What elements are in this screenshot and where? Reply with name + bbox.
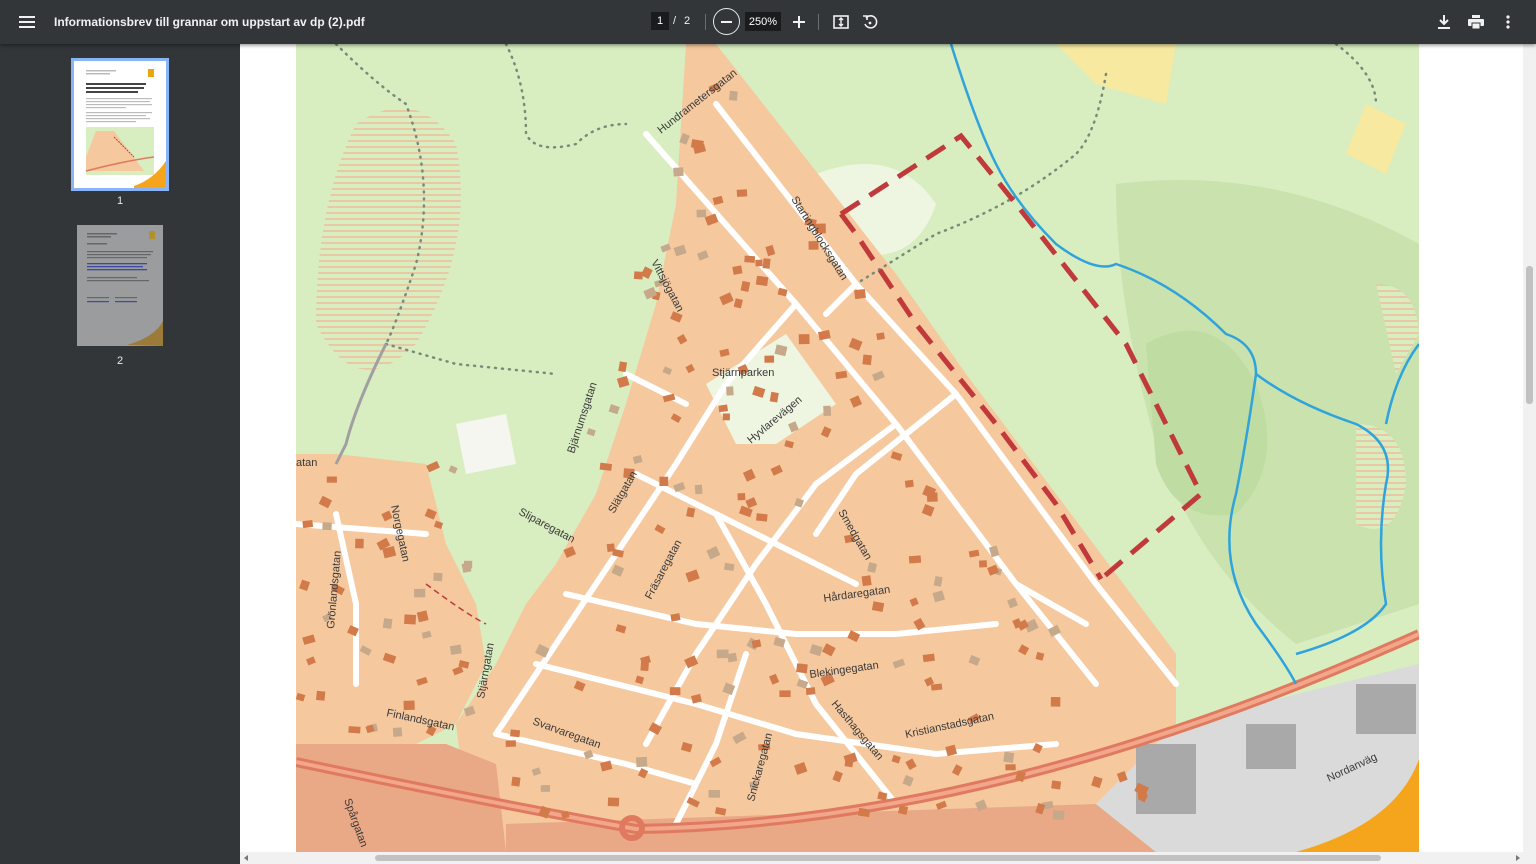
rotate-icon[interactable] xyxy=(854,6,886,38)
house-footprint xyxy=(708,790,720,798)
print-icon[interactable] xyxy=(1460,6,1492,38)
house-footprint xyxy=(322,522,332,531)
divider xyxy=(818,14,819,30)
house-footprint xyxy=(732,265,743,275)
house-footprint xyxy=(755,259,763,267)
house-footprint xyxy=(779,690,791,697)
house-footprint xyxy=(862,354,872,366)
house-footprint xyxy=(823,405,832,416)
page-total: 2 xyxy=(684,15,691,27)
download-icon[interactable] xyxy=(1428,6,1460,38)
scroll-right-icon[interactable] xyxy=(1514,854,1522,862)
house-footprint xyxy=(861,575,872,587)
more-vert-icon[interactable] xyxy=(1492,6,1524,38)
house-footprint xyxy=(403,700,415,711)
house-footprint xyxy=(908,555,922,564)
house-footprint xyxy=(796,663,808,674)
thumbnail-preview xyxy=(77,225,163,346)
house-footprint xyxy=(755,275,769,287)
street-label: atan xyxy=(296,457,317,469)
house-footprint xyxy=(696,209,707,218)
document-viewer[interactable]: Stjärnparken Hundrametersgatan Startingb… xyxy=(240,44,1523,852)
thumbnail-label-2: 2 xyxy=(116,355,124,367)
house-footprint xyxy=(744,255,756,263)
house-footprint xyxy=(737,492,746,501)
zoom-level-input[interactable]: 250% xyxy=(745,12,781,31)
house-footprint xyxy=(464,560,473,569)
house-footprint xyxy=(716,649,729,659)
map-image: Stjärnparken Hundrametersgatan Startingb… xyxy=(296,44,1419,852)
house-footprint xyxy=(315,690,326,701)
house-footprint xyxy=(727,652,738,663)
pdf-toolbar: Informationsbrev till grannar om uppstar… xyxy=(0,0,1536,44)
house-footprint xyxy=(404,614,417,625)
pdf-page: Stjärnparken Hundrametersgatan Startingb… xyxy=(240,44,1523,852)
page-separator: / xyxy=(673,15,677,27)
house-footprint xyxy=(922,653,935,663)
divider xyxy=(705,14,706,30)
fit-page-icon[interactable] xyxy=(825,6,857,38)
menu-icon[interactable] xyxy=(11,6,43,38)
house-footprint xyxy=(854,288,866,300)
house-footprint xyxy=(1003,751,1015,763)
house-footprint xyxy=(510,729,521,738)
house-footprint xyxy=(1137,791,1148,799)
house-footprint xyxy=(762,258,771,269)
house-footprint xyxy=(392,727,403,737)
house-footprint xyxy=(599,462,613,471)
house-footprint xyxy=(736,189,748,197)
house-footprint xyxy=(722,413,730,421)
vertical-scroll-thumb[interactable] xyxy=(1526,266,1533,404)
house-footprint xyxy=(1005,764,1016,771)
zoom-out-button[interactable] xyxy=(713,8,740,35)
thumbnail-sidebar: 1 2 xyxy=(0,44,240,864)
house-footprint xyxy=(930,683,943,691)
house-footprint xyxy=(302,520,314,529)
house-footprint xyxy=(326,476,337,483)
thumbnail-label-1: 1 xyxy=(116,195,124,207)
house-footprint xyxy=(382,618,393,629)
house-footprint xyxy=(505,740,517,748)
house-footprint xyxy=(1051,780,1062,790)
house-footprint xyxy=(904,479,914,488)
house-footprint xyxy=(433,572,443,582)
house-footprint xyxy=(876,332,885,341)
document-title: Informationsbrev till grannar om uppstar… xyxy=(54,15,365,29)
house-footprint xyxy=(511,776,521,787)
park-label: Stjärnparken xyxy=(712,367,774,379)
house-footprint xyxy=(729,90,738,101)
house-footprint xyxy=(1052,810,1065,820)
house-footprint xyxy=(607,797,620,807)
house-footprint xyxy=(764,355,775,363)
house-footprint xyxy=(633,271,644,280)
house-footprint xyxy=(413,588,426,598)
house-footprint xyxy=(1050,696,1061,707)
house-footprint xyxy=(673,167,684,177)
zoom-out-icon xyxy=(721,20,732,23)
page-number-input[interactable]: 1 xyxy=(651,12,669,30)
house-footprint xyxy=(726,386,734,396)
vertical-scrollbar[interactable] xyxy=(1523,44,1536,852)
house-footprint xyxy=(449,644,462,655)
house-footprint xyxy=(540,785,551,792)
thumbnail-preview xyxy=(74,61,166,188)
house-footprint xyxy=(718,404,729,413)
zoom-in-icon[interactable] xyxy=(783,6,815,38)
house-footprint xyxy=(805,687,816,696)
house-footprint xyxy=(756,513,768,522)
house-footprint xyxy=(694,484,703,495)
horizontal-scrollbar[interactable] xyxy=(240,852,1536,864)
house-footprint xyxy=(355,538,364,549)
scroll-left-icon[interactable] xyxy=(242,854,250,862)
house-footprint xyxy=(669,687,681,696)
house-footprint xyxy=(659,476,669,486)
page-thumbnail-1[interactable] xyxy=(71,58,169,191)
house-footprint xyxy=(348,726,361,734)
horizontal-scroll-thumb[interactable] xyxy=(375,855,1381,861)
house-footprint xyxy=(798,334,810,345)
house-footprint xyxy=(636,756,648,768)
house-footprint xyxy=(978,560,988,568)
page-thumbnail-2[interactable] xyxy=(77,225,163,346)
